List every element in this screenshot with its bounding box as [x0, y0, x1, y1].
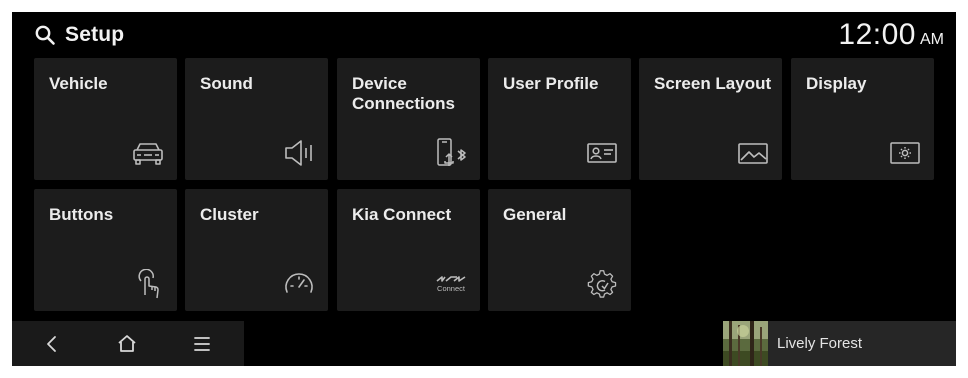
clock-ampm: AM	[920, 31, 944, 48]
tile-label: Display	[806, 74, 867, 93]
tile-device-connections[interactable]: Device Connections	[337, 58, 480, 180]
svg-text:Connect: Connect	[437, 284, 466, 293]
bottom-nav-bar	[12, 321, 244, 366]
album-art	[723, 321, 768, 366]
tile-display[interactable]: Display	[791, 58, 934, 180]
tile-label: Cluster	[200, 205, 259, 224]
tile-label: Screen Layout	[654, 74, 772, 93]
clock: 12:00 AM	[838, 18, 944, 52]
tile-sound[interactable]: Sound	[185, 58, 328, 180]
picture-icon	[736, 138, 770, 168]
display-brightness-icon	[888, 138, 922, 168]
page-title: Setup	[65, 23, 125, 46]
touch-button-icon	[131, 269, 165, 299]
track-title: Lively Forest	[777, 335, 863, 352]
setup-screen: Setup 12:00 AM Vehicle Sound Device Conn…	[12, 12, 956, 366]
profile-card-icon	[585, 138, 619, 168]
tile-label: General	[503, 205, 567, 224]
settings-gear-icon	[585, 269, 619, 299]
tile-cluster[interactable]: Cluster	[185, 189, 328, 311]
tile-general[interactable]: General	[488, 189, 631, 311]
tile-label: Buttons	[49, 205, 114, 224]
back-icon[interactable]	[37, 329, 67, 359]
tile-label: Kia Connect	[352, 205, 452, 224]
phone-bluetooth-usb-icon	[434, 138, 468, 168]
clock-time: 12:00	[838, 18, 916, 51]
tile-screen-layout[interactable]: Screen Layout	[639, 58, 782, 180]
tile-kia-connect[interactable]: Kia Connect Connect	[337, 189, 480, 311]
now-playing-widget[interactable]: Lively Forest	[723, 321, 956, 366]
kia-connect-icon: Connect	[434, 269, 468, 299]
tile-label: User Profile	[503, 74, 599, 93]
menu-icon[interactable]	[187, 329, 217, 359]
tile-label: Device Connections	[352, 74, 455, 113]
speedometer-icon	[282, 269, 316, 299]
tile-user-profile[interactable]: User Profile	[488, 58, 631, 180]
tile-label: Sound	[200, 74, 253, 93]
search-icon[interactable]	[34, 24, 56, 46]
top-bar: Setup 12:00 AM	[12, 12, 956, 58]
tile-vehicle[interactable]: Vehicle	[34, 58, 177, 180]
tile-label: Vehicle	[49, 74, 108, 93]
home-icon[interactable]	[112, 329, 142, 359]
car-icon	[131, 138, 165, 168]
tile-buttons[interactable]: Buttons	[34, 189, 177, 311]
speaker-icon	[282, 138, 316, 168]
